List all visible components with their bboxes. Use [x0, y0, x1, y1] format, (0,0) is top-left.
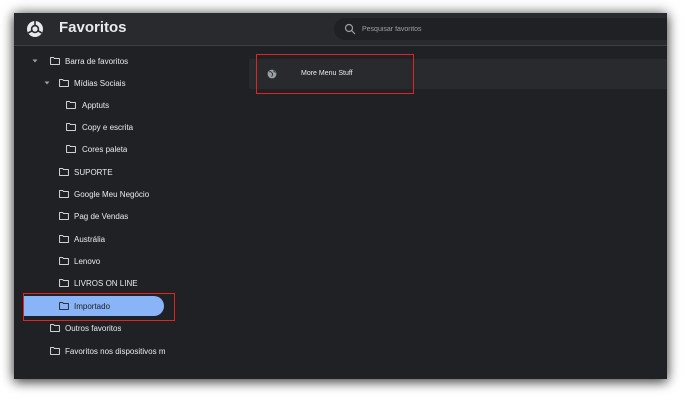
tree-item-google-meu-negocio[interactable]: Google Meu Negócio [14, 184, 184, 204]
folder-icon [59, 79, 69, 87]
folder-icon [66, 101, 76, 109]
tree-item-label: SUPORTE [74, 168, 113, 177]
tree-item-label: Favoritos nos dispositivos m [65, 347, 166, 356]
chevron-down-icon[interactable] [32, 58, 38, 64]
tree-item-label: Outros favoritos [65, 324, 122, 333]
tree-item-label: Copy e escrita [82, 123, 134, 132]
chevron-down-icon[interactable] [44, 80, 50, 86]
folder-icon [59, 235, 69, 243]
folder-icon [59, 257, 69, 265]
tree-item-australia[interactable]: Austrália [14, 229, 184, 249]
tree-item-label: Mídias Sociais [74, 79, 126, 88]
folder-icon [59, 168, 69, 176]
tree-item-apptuts[interactable]: Apptuts [14, 95, 184, 115]
tree-item-midias-sociais[interactable]: Mídias Sociais [14, 73, 184, 93]
folder-icon [59, 279, 69, 287]
annotation-highlight-bookmark [256, 54, 414, 94]
tree-item-label: Lenovo [74, 257, 101, 266]
annotation-highlight-folder [23, 293, 175, 321]
tree-item-barra-de-favoritos[interactable]: Barra de favoritos [14, 51, 184, 71]
tree-item-label: Barra de favoritos [65, 57, 129, 66]
folder-icon [59, 212, 69, 220]
folder-icon [50, 57, 60, 65]
folder-icon [50, 347, 60, 355]
folder-icon [59, 190, 69, 198]
page-title: Favoritos [59, 19, 127, 36]
tree-item-outros-favoritos[interactable]: Outros favoritos [14, 318, 184, 338]
tree-item-label: Cores paleta [82, 145, 128, 154]
tree-item-cores-paleta[interactable]: Cores paleta [14, 139, 184, 159]
tree-item-label: Austrália [74, 235, 106, 244]
tree-item-label: LIVROS ON LINE [74, 279, 138, 288]
tree-item-label: Apptuts [82, 101, 110, 110]
search-input[interactable] [362, 21, 652, 37]
bookmarks-logo-icon [27, 21, 43, 37]
search-icon [344, 23, 356, 35]
top-bar: Favoritos [14, 13, 667, 46]
folder-icon [50, 324, 60, 332]
tree-item-label: Pag de Vendas [74, 212, 129, 221]
tree-item-pag-de-vendas[interactable]: Pag de Vendas [14, 206, 184, 226]
tree-item-favoritos-nos-dispositivos[interactable]: Favoritos nos dispositivos m [14, 341, 184, 361]
tree-item-suporte[interactable]: SUPORTE [14, 162, 184, 182]
search-box[interactable] [334, 18, 667, 40]
folder-icon [66, 145, 76, 153]
folder-icon [66, 123, 76, 131]
tree-item-lenovo[interactable]: Lenovo [14, 251, 184, 271]
tree-item-copy-e-escrita[interactable]: Copy e escrita [14, 117, 184, 137]
tree-item-livros-on-line[interactable]: LIVROS ON LINE [14, 273, 184, 293]
tree-item-label: Google Meu Negócio [74, 190, 150, 199]
